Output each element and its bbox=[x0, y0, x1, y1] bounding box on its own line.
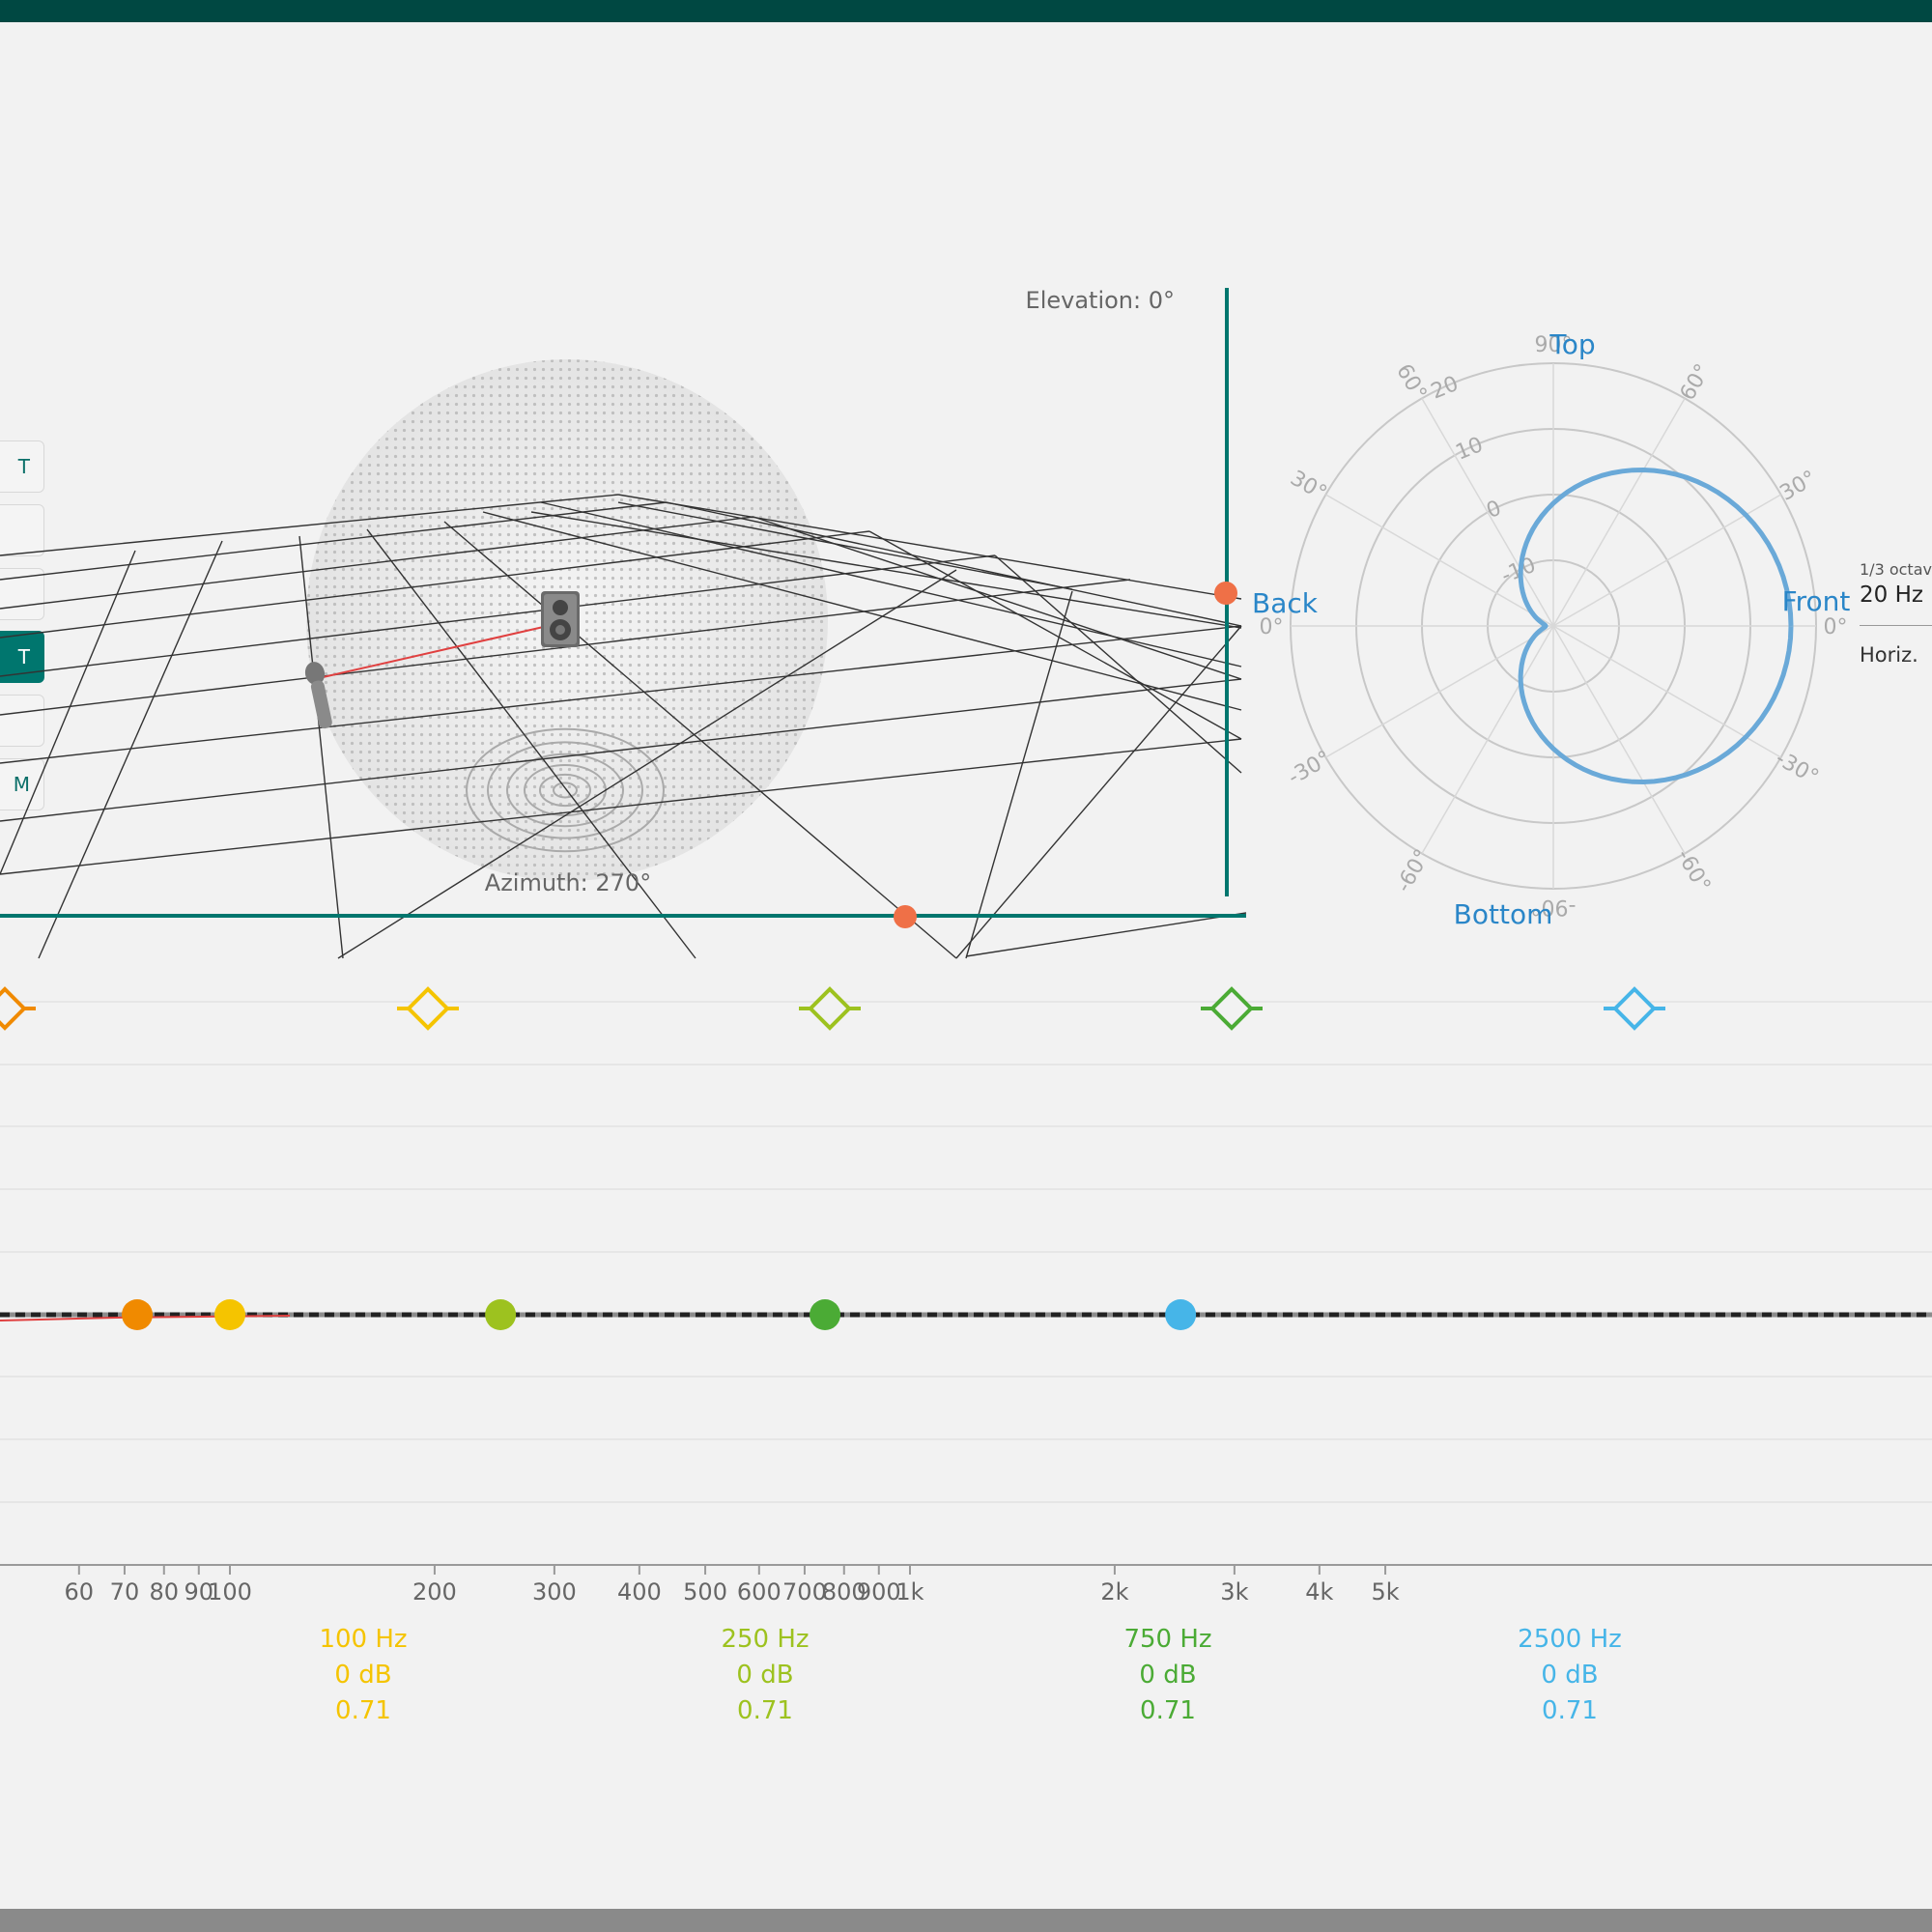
x-tick-label: 4k bbox=[1305, 1578, 1333, 1605]
frequency-select[interactable]: 20 Hz bbox=[1860, 582, 1932, 608]
band-freq: 7 bbox=[1884, 1622, 1932, 1658]
band-gain: 0 dB bbox=[334, 1661, 392, 1690]
band-gain: 0 dB bbox=[736, 1661, 794, 1690]
eq-band-node[interactable] bbox=[122, 1299, 154, 1330]
resolution-label: 1/3 octave bbox=[1860, 560, 1932, 579]
analysis-panel: 1/3 octave 20 Hz Horiz. bbox=[1860, 560, 1932, 667]
grid-line bbox=[965, 912, 1247, 957]
azimuth-slider-handle[interactable] bbox=[894, 905, 917, 928]
x-axis-ticks: 60 70 80 90100 200 300 400 500 600 7008009001k 2k 3… bbox=[65, 1565, 1400, 1605]
q-handle-diamond[interactable] bbox=[0, 986, 27, 1031]
q-handle-diamond[interactable] bbox=[1612, 986, 1657, 1031]
polar-angle-label: 30° bbox=[1286, 467, 1330, 506]
q-handle-diamond[interactable] bbox=[406, 986, 450, 1031]
status-bar bbox=[0, 1909, 1932, 1932]
band-freq: 250 Hz bbox=[721, 1625, 810, 1654]
x-tick-label: 1k bbox=[895, 1578, 923, 1605]
eq-band-node[interactable] bbox=[485, 1299, 517, 1330]
polar-angle-label: 60° bbox=[1676, 360, 1716, 405]
x-tick-label: 3k bbox=[1220, 1578, 1248, 1605]
speaker-icon[interactable] bbox=[541, 591, 580, 647]
x-tick-label: 200 bbox=[412, 1578, 457, 1605]
band-label-5[interactable]: 7 bbox=[1884, 1622, 1932, 1658]
grid-line bbox=[38, 540, 223, 959]
azimuth-label: Azimuth: 270° bbox=[485, 869, 651, 896]
band-gain: 0 dB bbox=[1139, 1661, 1197, 1690]
polar-angle-label: -60° bbox=[1392, 845, 1435, 896]
elevation-slider-handle[interactable] bbox=[1214, 582, 1237, 605]
band-q: 0.71 bbox=[335, 1696, 391, 1725]
eq-q-handles bbox=[0, 986, 1665, 1031]
polar-angle-label: 0° bbox=[1824, 615, 1848, 639]
x-tick-label: 70 bbox=[110, 1578, 140, 1605]
eq-grid bbox=[0, 1001, 1932, 1503]
polar-top-label: Top bbox=[1548, 328, 1595, 360]
band-label-1[interactable]: 100 Hz 0 dB 0.71 bbox=[257, 1622, 469, 1729]
polar-plot: 90°60°30°0°-30°-60°-90°60°30°0°-30°-60° … bbox=[1252, 328, 1851, 930]
grid-line bbox=[868, 530, 1242, 740]
x-tick-label: 500 bbox=[683, 1578, 727, 1605]
polar-spoke bbox=[1552, 398, 1686, 627]
band-q: 0.71 bbox=[1542, 1696, 1598, 1725]
x-tick-label: 900 bbox=[857, 1578, 901, 1605]
polar-spoke bbox=[1421, 625, 1554, 854]
window-title-bar bbox=[0, 0, 1932, 22]
q-handle-diamond[interactable] bbox=[1209, 986, 1254, 1031]
x-tick-label: 80 bbox=[150, 1578, 180, 1605]
elevation-label: Elevation: 0° bbox=[1026, 287, 1175, 314]
polar-ring-label: 0 bbox=[1483, 497, 1504, 524]
polar-bottom-label: Bottom bbox=[1454, 898, 1553, 930]
eq-band-node[interactable] bbox=[214, 1299, 245, 1330]
x-tick-label: 5k bbox=[1371, 1578, 1399, 1605]
x-tick-label: 60 bbox=[65, 1578, 95, 1605]
band-freq: 100 Hz bbox=[319, 1625, 408, 1654]
band-gain: 0 dB bbox=[1541, 1661, 1599, 1690]
3d-viewer[interactable]: Elevation: 0° Azimuth: 270° bbox=[0, 270, 1256, 966]
eq-graph[interactable]: 60 70 80 90100 200 300 400 500 600 7008009001k 2k 3… bbox=[0, 966, 1932, 1623]
eq-band-node[interactable] bbox=[810, 1299, 841, 1330]
polar-back-label: Back bbox=[1252, 587, 1319, 619]
plane-select[interactable]: Horiz. bbox=[1860, 643, 1932, 667]
grid-line bbox=[965, 590, 1073, 959]
x-tick-label: 100 bbox=[208, 1578, 252, 1605]
x-tick-label: 700 bbox=[782, 1578, 827, 1605]
polar-angle-label: -30° bbox=[1772, 747, 1823, 790]
polar-angle-label: 30° bbox=[1776, 467, 1820, 506]
divider bbox=[1860, 625, 1932, 626]
x-tick-label: 300 bbox=[532, 1578, 577, 1605]
band-q: 0.71 bbox=[737, 1696, 793, 1725]
polar-grid bbox=[1290, 362, 1817, 890]
band-freq: 2500 Hz bbox=[1518, 1625, 1622, 1654]
polar-spoke bbox=[1552, 625, 1686, 854]
band-label-3[interactable]: 750 Hz 0 dB 0.71 bbox=[1062, 1622, 1274, 1729]
x-tick-label: 400 bbox=[617, 1578, 662, 1605]
band-q: 0.71 bbox=[1140, 1696, 1196, 1725]
polar-angle-label: -30° bbox=[1284, 747, 1335, 790]
band-label-4[interactable]: 2500 Hz 0 dB 0.71 bbox=[1463, 1622, 1676, 1729]
band-freq: 750 Hz bbox=[1123, 1625, 1212, 1654]
polar-ring-label: 20 bbox=[1428, 372, 1462, 405]
polar-front-label: Front bbox=[1782, 585, 1851, 617]
polar-angle-label: 60° bbox=[1391, 360, 1431, 405]
band-label-2[interactable]: 250 Hz 0 dB 0.71 bbox=[659, 1622, 871, 1729]
grid-line bbox=[955, 625, 1242, 959]
x-tick-label: 2k bbox=[1100, 1578, 1128, 1605]
q-handle-diamond[interactable] bbox=[808, 986, 852, 1031]
x-tick-label: 600 bbox=[737, 1578, 781, 1605]
polar-angle-label: -60° bbox=[1671, 845, 1715, 896]
polar-spoke bbox=[1325, 625, 1554, 758]
grid-line bbox=[994, 554, 1242, 774]
eq-band-node[interactable] bbox=[1165, 1299, 1197, 1330]
